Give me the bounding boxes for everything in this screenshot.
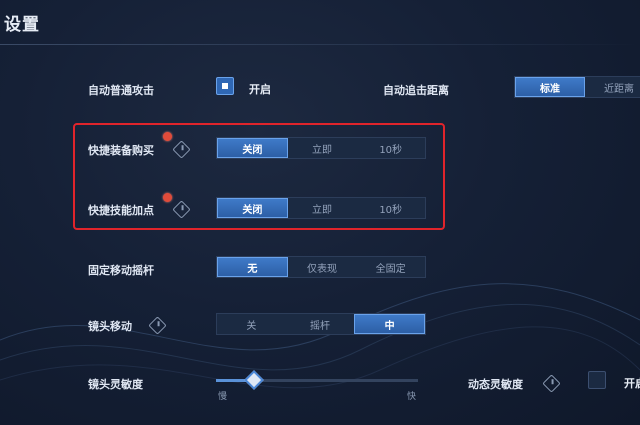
- dynamic-sensitivity-checkbox[interactable]: [588, 371, 606, 389]
- camera-move-option-joystick[interactable]: 摇杆: [286, 314, 355, 334]
- slider-min-label: 慢: [218, 392, 228, 402]
- auto-chase-segmented-control: 标准 近距离: [514, 76, 640, 98]
- auto-attack-label: 自动普通攻击: [88, 84, 154, 97]
- quick-buy-option-10s[interactable]: 10秒: [356, 138, 425, 158]
- auto-attack-checkbox-text: 开启: [249, 83, 271, 96]
- settings-screen: 设置 自动普通攻击 开启 自动追击距离 标准 近距离 快捷装备购买 关闭 立即 …: [0, 0, 640, 425]
- help-diamond-icon[interactable]: [148, 316, 167, 335]
- dynamic-sensitivity-checkbox-text: 开启: [624, 377, 640, 390]
- slider-thumb[interactable]: [244, 370, 265, 390]
- header-divider: [0, 44, 640, 45]
- joystick-segmented-control: 无 仅表现 全固定: [216, 256, 426, 278]
- quick-skill-label: 快捷技能加点: [88, 204, 154, 217]
- new-badge: [163, 193, 172, 202]
- quick-buy-label: 快捷装备购买: [88, 144, 154, 157]
- help-diamond-icon[interactable]: [542, 374, 561, 393]
- auto-attack-checkbox[interactable]: [216, 77, 234, 95]
- joystick-option-visual[interactable]: 仅表现: [288, 257, 357, 277]
- auto-chase-option-standard[interactable]: 标准: [515, 77, 585, 97]
- quick-skill-segmented-control: 关闭 立即 10秒: [216, 197, 426, 219]
- joystick-option-fixed[interactable]: 全固定: [356, 257, 425, 277]
- new-badge: [163, 132, 172, 141]
- quick-buy-option-off[interactable]: 关闭: [217, 138, 288, 158]
- camera-move-segmented-control: 关 摇杆 中: [216, 313, 426, 335]
- quick-skill-option-10s[interactable]: 10秒: [356, 198, 425, 218]
- auto-chase-option-near[interactable]: 近距离: [585, 77, 640, 97]
- camera-move-label: 镜头移动: [88, 320, 132, 333]
- slider-max-label: 快: [407, 392, 417, 402]
- camera-move-option-mid[interactable]: 中: [354, 314, 426, 334]
- quick-buy-segmented-control: 关闭 立即 10秒: [216, 137, 426, 159]
- camera-sensitivity-slider[interactable]: [216, 370, 418, 390]
- quick-buy-option-now[interactable]: 立即: [288, 138, 357, 158]
- quick-skill-option-off[interactable]: 关闭: [217, 198, 288, 218]
- quick-skill-option-now[interactable]: 立即: [288, 198, 357, 218]
- joystick-option-none[interactable]: 无: [217, 257, 288, 277]
- dynamic-sensitivity-label: 动态灵敏度: [468, 378, 523, 391]
- camera-move-option-off[interactable]: 关: [217, 314, 286, 334]
- joystick-label: 固定移动摇杆: [88, 264, 154, 277]
- auto-chase-label: 自动追击距离: [383, 84, 449, 97]
- camera-sensitivity-label: 镜头灵敏度: [88, 378, 143, 391]
- page-title: 设置: [4, 15, 40, 35]
